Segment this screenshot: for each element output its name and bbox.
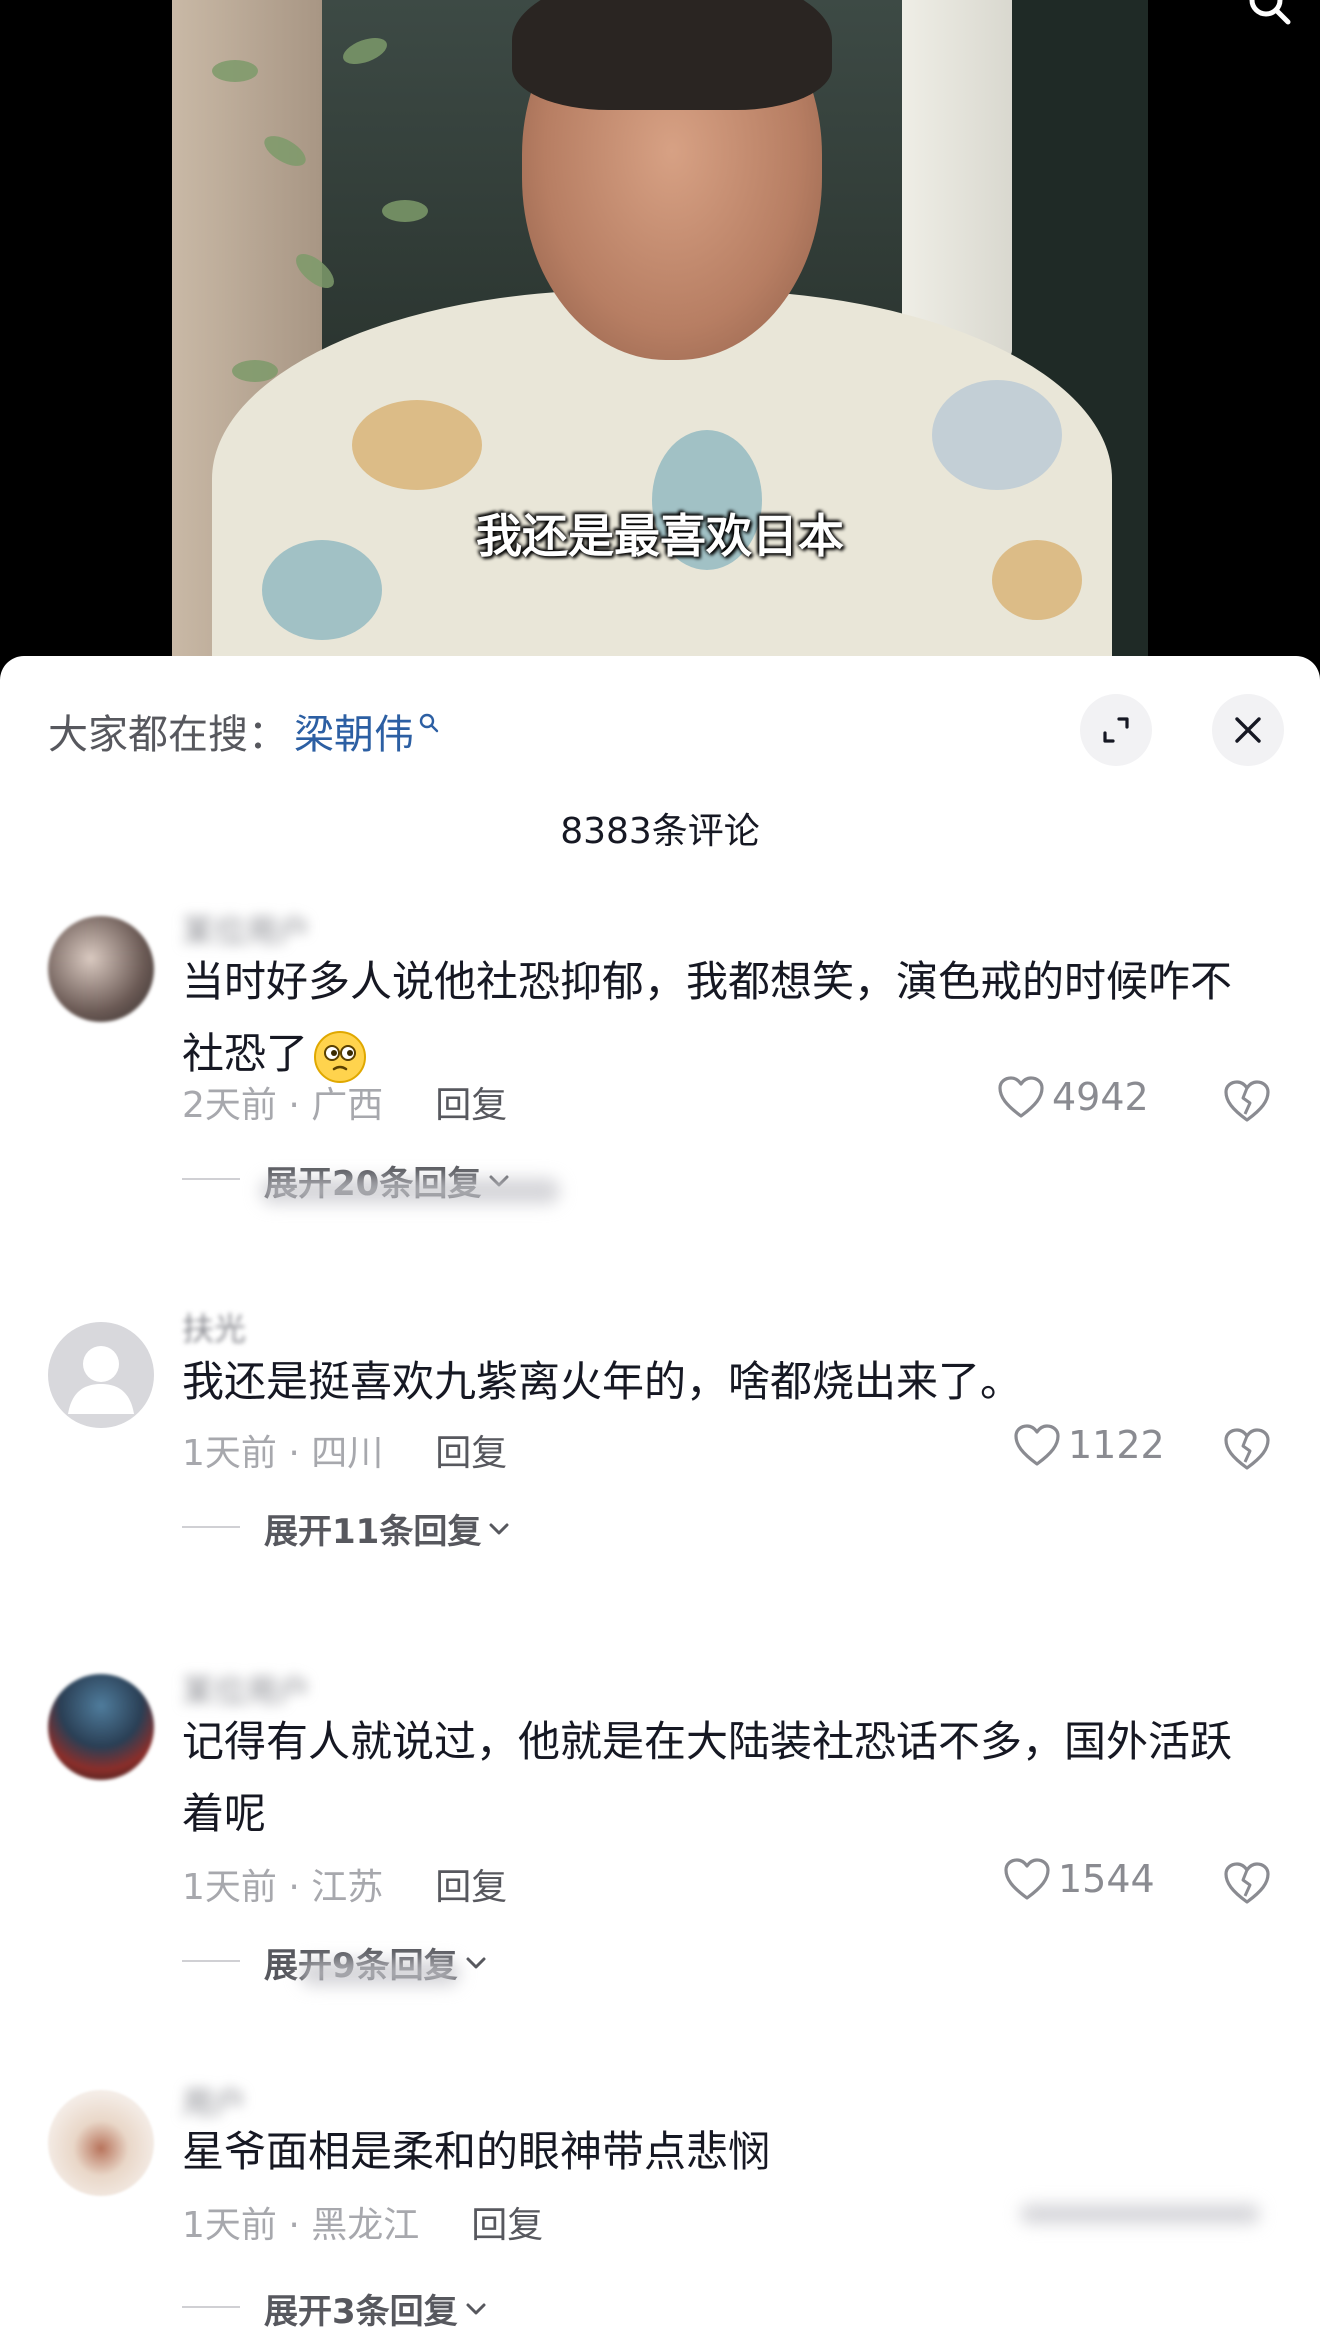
dislike-icon[interactable] [1222, 1078, 1272, 1124]
avatar[interactable] [48, 1674, 154, 1780]
expand-replies-button[interactable]: 展开11条回复 [182, 1504, 513, 1553]
comment-time-location: 1天前 · 四川 [182, 1433, 384, 1474]
comment-text: 记得有人就说过，他就是在大陆装社恐话不多，国外活跃着呢 [182, 1717, 1233, 1838]
comment-meta: 2天前 · 广西 回复 [182, 1076, 507, 1128]
like-button[interactable]: 1544 [1002, 1856, 1155, 1902]
comment-panel: 大家都在搜： 梁朝伟 8383条评论 某位用户 当时好多人说他社恐抑郁，我都想笑… [0, 656, 1320, 2346]
suggestion-prefix: 大家都在搜： [48, 712, 288, 758]
video-player[interactable]: 我还是最喜欢日本 [0, 0, 1320, 700]
search-icon [419, 713, 439, 733]
expand-replies-button[interactable]: 展开3条回复 [182, 2284, 490, 2333]
reply-button[interactable]: 回复 [435, 1424, 507, 1476]
expand-button[interactable] [1080, 694, 1152, 766]
reply-button[interactable]: 回复 [435, 1076, 507, 1128]
comment-time-location: 1天前 · 黑龙江 [182, 2205, 420, 2246]
like-button[interactable]: 4942 [996, 1074, 1149, 1120]
like-count: 1122 [1068, 1423, 1165, 1467]
heart-icon [1014, 1424, 1060, 1466]
reply-button[interactable]: 回复 [471, 2196, 543, 2248]
avatar[interactable] [48, 2090, 154, 2196]
comment-text: 当时好多人说他社恐抑郁，我都想笑，演色戒的时候咋不社恐了 [182, 946, 1262, 1090]
chevron-down-icon [489, 1523, 509, 1534]
chevron-down-icon [466, 2303, 486, 2314]
comment-time-location: 1天前 · 江苏 [182, 1867, 384, 1908]
comment-text: 星爷面相是柔和的眼神带点悲悯 [182, 2127, 771, 2176]
like-button[interactable]: 1122 [1012, 1422, 1165, 1468]
comment-count: 8383条评论 [560, 811, 760, 852]
like-count: 4942 [1052, 1075, 1149, 1119]
heart-icon [998, 1076, 1044, 1118]
expand-replies-label: 展开3条回复 [264, 2292, 458, 2332]
heart-icon [1004, 1858, 1050, 1900]
avatar[interactable] [48, 1322, 154, 1428]
dislike-icon[interactable] [1222, 1426, 1272, 1472]
avatar[interactable] [48, 916, 154, 1022]
dislike-icon[interactable] [1222, 1860, 1272, 1906]
comment-meta: 1天前 · 四川 回复 [182, 1424, 507, 1476]
comment-text: 我还是挺喜欢九紫离火年的，啥都烧出来了。 [182, 1357, 1023, 1406]
default-avatar-icon [68, 1346, 134, 1414]
chevron-down-icon [466, 1957, 486, 1968]
search-suggestion[interactable]: 大家都在搜： 梁朝伟 [48, 702, 440, 760]
reply-button[interactable]: 回复 [435, 1858, 507, 1910]
comment-meta: 1天前 · 江苏 回复 [182, 1858, 507, 1910]
close-button[interactable] [1212, 694, 1284, 766]
like-count: 1544 [1058, 1857, 1155, 1901]
comment-meta: 1天前 · 黑龙江 回复 [182, 2196, 543, 2248]
close-icon [1235, 717, 1261, 743]
video-subtitle: 我还是最喜欢日本 [476, 509, 844, 563]
suggestion-term-link[interactable]: 梁朝伟 [294, 702, 414, 760]
expand-replies-label: 展开11条回复 [264, 1512, 482, 1552]
comment-time-location: 2天前 · 广西 [182, 1085, 384, 1126]
comment-username[interactable]: 扶光 [182, 1304, 246, 1350]
expand-icon [1103, 717, 1129, 743]
search-icon[interactable] [1246, 0, 1292, 28]
